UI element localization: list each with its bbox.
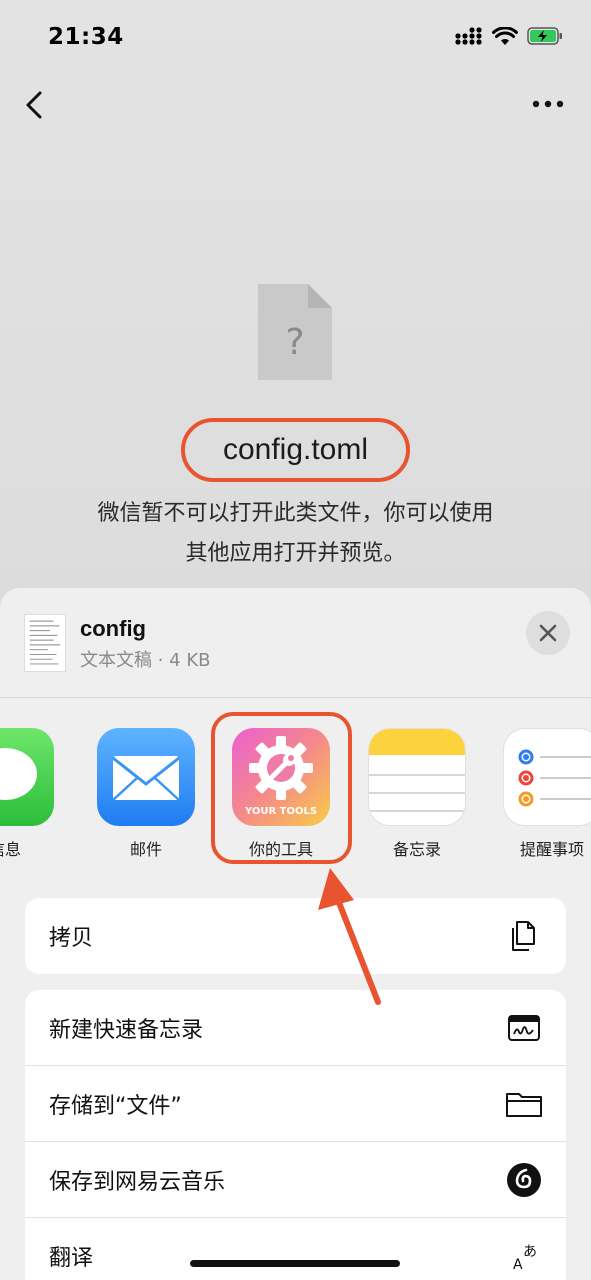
more-icon[interactable]: [531, 92, 565, 116]
message-line-2: 其他应用打开并预览。: [185, 541, 406, 566]
action-save-to-files[interactable]: 存储到“文件”: [25, 1066, 566, 1142]
status-time: 21:34: [48, 24, 124, 50]
home-indicator[interactable]: [190, 1260, 400, 1267]
svg-text:A: A: [513, 1257, 523, 1273]
app-label-reminders: 提醒事项: [519, 840, 584, 859]
reminders-icon: [503, 728, 591, 826]
action-label-translate: 翻译: [49, 1246, 94, 1271]
file-name-highlight: config.toml: [181, 418, 410, 482]
quick-note-icon: [508, 1014, 540, 1041]
app-label-messages: 信息: [0, 840, 21, 859]
action-translate[interactable]: 翻译 A あ: [25, 1218, 566, 1280]
document-title: config: [80, 616, 146, 641]
action-label-save-to-netease: 保存到网易云音乐: [49, 1169, 226, 1195]
messages-icon: [0, 728, 54, 826]
mail-icon: [97, 728, 195, 826]
svg-text:?: ?: [285, 322, 304, 363]
status-bar: 21:34: [0, 0, 591, 76]
action-copy[interactable]: 拷贝: [25, 898, 566, 974]
share-sheet: config 文本文稿 · 4 KB 信息 邮件: [0, 588, 591, 1280]
app-reminders[interactable]: 提醒事项: [497, 728, 591, 860]
svg-text:あ: あ: [523, 1244, 537, 1260]
folder-icon: [506, 1092, 542, 1117]
annotation-arrow: [318, 868, 381, 1005]
action-group-copy: 拷贝: [25, 898, 566, 974]
your-tools-highlight: [211, 712, 352, 864]
back-icon[interactable]: [22, 90, 50, 120]
action-quick-note[interactable]: 新建快速备忘录: [25, 990, 566, 1066]
app-notes[interactable]: 备忘录: [362, 728, 472, 860]
app-label-mail: 邮件: [129, 840, 162, 859]
copy-icon: [512, 921, 535, 951]
netease-music-icon: [507, 1162, 541, 1197]
app-label-notes: 备忘录: [392, 840, 441, 859]
action-group-more: 新建快速备忘录 存储到“文件” 保存到网易云音乐 翻译 A あ: [25, 990, 566, 1280]
share-sheet-header: config 文本文稿 · 4 KB: [0, 588, 591, 698]
battery-charging-icon: [527, 27, 562, 45]
close-button[interactable]: [526, 611, 570, 655]
app-mail[interactable]: 邮件: [91, 728, 201, 860]
action-label-copy: 拷贝: [49, 926, 94, 951]
unknown-file-icon: ?: [258, 284, 332, 380]
document-thumbnail: [24, 614, 66, 672]
wifi-icon: [492, 26, 518, 45]
status-icons: [455, 26, 563, 46]
app-messages[interactable]: 信息: [0, 728, 60, 860]
action-save-to-netease[interactable]: 保存到网易云音乐: [25, 1142, 566, 1218]
document-meta: 文本文稿 · 4 KB: [80, 650, 211, 671]
file-preview-page: 21:34 ? config.toml 微信暂不可以打开此类文件，你可以使用 其…: [0, 0, 591, 620]
unsupported-message: 微信暂不可以打开此类文件，你可以使用 其他应用打开并预览。: [0, 494, 591, 574]
action-label-quick-note: 新建快速备忘录: [49, 1017, 204, 1043]
message-line-1: 微信暂不可以打开此类文件，你可以使用: [97, 501, 494, 526]
notes-icon: [368, 728, 466, 826]
translate-icon: A あ: [513, 1244, 537, 1273]
signal-icon: [455, 27, 482, 45]
file-name: config.toml: [222, 433, 369, 466]
close-icon: [539, 624, 557, 642]
action-label-save-to-files: 存储到“文件”: [49, 1093, 182, 1119]
